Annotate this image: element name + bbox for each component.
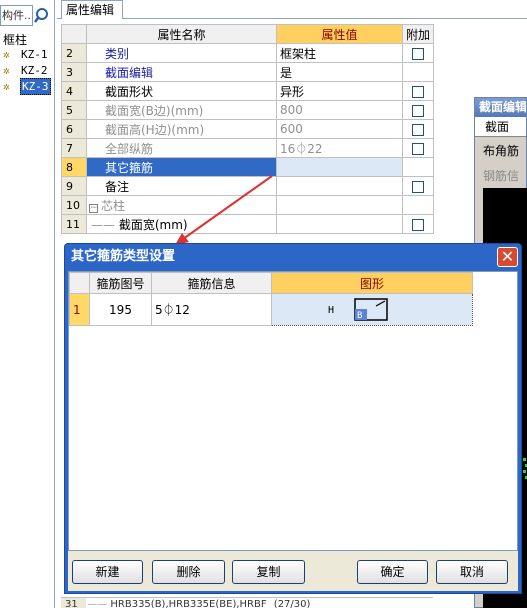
tab-property-edit[interactable]: 属性编辑	[61, 0, 123, 19]
shape-number-cell[interactable]: 195	[89, 293, 152, 326]
cancel-button[interactable]: 取消	[436, 560, 508, 584]
header-shape-no[interactable]: 箍筋图号	[89, 272, 152, 294]
dialog-title: 其它箍筋类型设置	[71, 249, 176, 264]
stirrup-shape-icon: B	[354, 298, 388, 321]
stirrup-grid: 箍筋图号 箍筋信息 图形 1 195 5⏀12 H B	[69, 272, 473, 326]
ok-button[interactable]: 确定	[357, 560, 428, 584]
shape-h-label: H	[328, 305, 335, 316]
shape-cell[interactable]: H B	[271, 293, 473, 326]
stirrup-grid-area[interactable]: 箍筋图号 箍筋信息 图形 1 195 5⏀12 H B	[68, 271, 518, 551]
row-number: 1	[69, 293, 90, 326]
new-button[interactable]: 新建	[72, 560, 143, 584]
dialog-body: 箍筋图号 箍筋信息 图形 1 195 5⏀12 H B 新建 删除 复制 确定 …	[68, 271, 518, 591]
delete-button[interactable]: 删除	[152, 560, 225, 584]
header-shape[interactable]: 图形	[271, 272, 473, 294]
close-icon[interactable]: ✕	[497, 247, 518, 267]
header-stirrup-info[interactable]: 箍筋信息	[151, 272, 272, 294]
stirrup-info-cell[interactable]: 5⏀12	[151, 293, 272, 326]
copy-button[interactable]: 复制	[232, 560, 305, 584]
stirrup-row[interactable]: 1 195 5⏀12 H B	[69, 293, 473, 326]
shape-b-label: B	[357, 311, 362, 321]
stirrup-type-dialog: 其它箍筋类型设置 ✕ 箍筋图号 箍筋信息 图形 1 195 5⏀12 H B 新…	[64, 243, 522, 594]
grid-corner	[69, 272, 90, 294]
